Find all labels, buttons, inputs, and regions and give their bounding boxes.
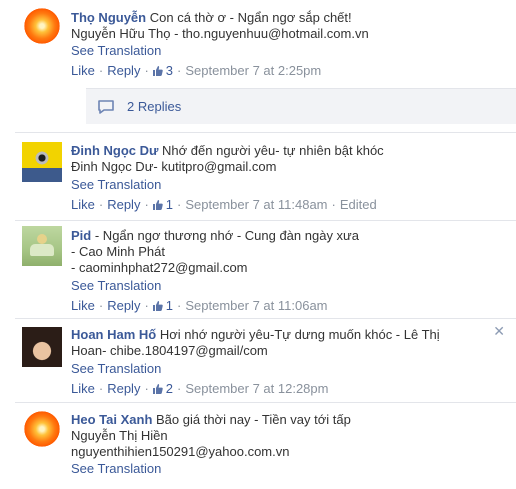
like-link[interactable]: Like [71, 197, 95, 212]
comment-text: Hoan- chibe.1804197@gmail/com [71, 343, 268, 358]
like-link[interactable]: Like [71, 298, 95, 313]
like-count[interactable]: 1 [152, 197, 174, 212]
comment-author[interactable]: Hoan Ham Hố [71, 327, 156, 342]
like-link[interactable]: Like [71, 63, 95, 78]
comment-header: Đinh Ngọc Dư Nhớ đến người yêu- tự nhiên… [71, 143, 496, 159]
reply-link[interactable]: Reply [107, 63, 140, 78]
comment-timestamp[interactable]: September 7 at 11:06am [185, 298, 327, 313]
see-translation-link[interactable]: See Translation [71, 461, 496, 477]
replies-count-link[interactable]: 2 Replies [127, 99, 181, 114]
comment-header: Hoan Ham Hố Hơi nhớ người yêu-Tự dưng mu… [71, 327, 496, 343]
see-translation-link[interactable]: See Translation [71, 278, 496, 294]
thumbs-up-icon [152, 200, 163, 210]
avatar[interactable] [22, 6, 62, 46]
comment-timestamp[interactable]: September 7 at 11:48am [185, 197, 327, 212]
comment-timestamp[interactable]: September 7 at 2:25pm [185, 63, 321, 78]
avatar[interactable] [22, 226, 62, 266]
comment-text: - Ngẩn ngơ thương nhớ - Cung đàn ngày xư… [94, 228, 359, 243]
thumbs-up-icon [152, 66, 163, 76]
comment-author[interactable]: Pid [71, 228, 91, 243]
edited-label[interactable]: Edited [340, 197, 377, 212]
comment: Pid - Ngẩn ngơ thương nhớ - Cung đàn ngà… [15, 220, 516, 320]
avatar[interactable] [22, 142, 62, 182]
comment-actions: Like · Reply · 2 · September 7 at 12:28pm [71, 381, 329, 396]
comment-text: Con cá thờ ơ - Ngẩn ngơ sắp chết! [149, 10, 352, 25]
comment-text: Bão giá thời nay - Tiền vay tới tấp [156, 412, 351, 427]
comment-text: Nhớ đến người yêu- tự nhiên bật khóc [162, 143, 384, 158]
like-count-value: 3 [165, 63, 174, 78]
reply-link[interactable]: Reply [107, 298, 140, 313]
comment: Đinh Ngọc Dư Nhớ đến người yêu- tự nhiên… [15, 132, 516, 222]
comment-actions: Like · Reply · 3 · September 7 at 2:25pm [71, 63, 322, 78]
avatar[interactable] [22, 327, 62, 367]
like-count[interactable]: 2 [152, 381, 174, 396]
comment-timestamp[interactable]: September 7 at 12:28pm [185, 381, 328, 396]
comment-header: Heo Tai Xanh Bão giá thời nay - Tiền vay… [71, 412, 496, 428]
comment-text: - Cao Minh Phát [71, 244, 165, 259]
reply-arrow-icon [98, 100, 114, 114]
replies-bar[interactable]: 2 Replies [86, 88, 516, 124]
comment-header: Thọ Nguyễn Con cá thờ ơ - Ngẩn ngơ sắp c… [71, 10, 496, 26]
like-count[interactable]: 1 [152, 298, 174, 313]
avatar[interactable] [22, 409, 62, 449]
like-link[interactable]: Like [71, 381, 95, 396]
comment-header: Pid - Ngẩn ngơ thương nhớ - Cung đàn ngà… [71, 228, 496, 244]
comment-actions: Like · Reply · 1 · September 7 at 11:48am · Edit… [71, 197, 377, 212]
comment-text: Nguyễn Hữu Thọ - tho.nguyenhuu@hotmail.c… [71, 26, 369, 41]
comment-actions: Like · Reply · 1 · September 7 at 11:06am [71, 298, 328, 313]
thumbs-up-icon [152, 384, 163, 394]
comment-text: nguyenthihien150291@yahoo.com.vn [71, 444, 290, 459]
comment-author[interactable]: Đinh Ngọc Dư [71, 143, 158, 158]
comment: Thọ Nguyễn Con cá thờ ơ - Ngẩn ngơ sắp c… [15, 0, 516, 140]
like-count-value: 1 [165, 298, 174, 313]
comment-text: Hơi nhớ người yêu-Tự dưng muốn khóc - Lê… [159, 327, 440, 342]
like-count-value: 2 [165, 381, 174, 396]
see-translation-link[interactable]: See Translation [71, 43, 496, 59]
close-icon[interactable]: ✕ [493, 323, 505, 340]
comment: Hoan Ham Hố Hơi nhớ người yêu-Tự dưng mu… [15, 318, 516, 403]
like-count[interactable]: 3 [152, 63, 174, 78]
reply-link[interactable]: Reply [107, 197, 140, 212]
like-count-value: 1 [165, 197, 174, 212]
thumbs-up-icon [152, 301, 163, 311]
see-translation-link[interactable]: See Translation [71, 177, 496, 193]
reply-link[interactable]: Reply [107, 381, 140, 396]
comment-author[interactable]: Heo Tai Xanh [71, 412, 152, 427]
comment-text: - caominhphat272@gmail.com [71, 260, 248, 275]
comment-text: Đinh Ngọc Dư- kutitpro@gmail.com [71, 159, 277, 174]
comment-text: Nguyễn Thị Hiền [71, 428, 168, 443]
comment: Heo Tai Xanh Bão giá thời nay - Tiền vay… [15, 402, 516, 489]
comment-list: Thọ Nguyễn Con cá thờ ơ - Ngẩn ngơ sắp c… [0, 0, 516, 489]
comment-author[interactable]: Thọ Nguyễn [71, 10, 146, 25]
see-translation-link[interactable]: See Translation [71, 361, 496, 377]
